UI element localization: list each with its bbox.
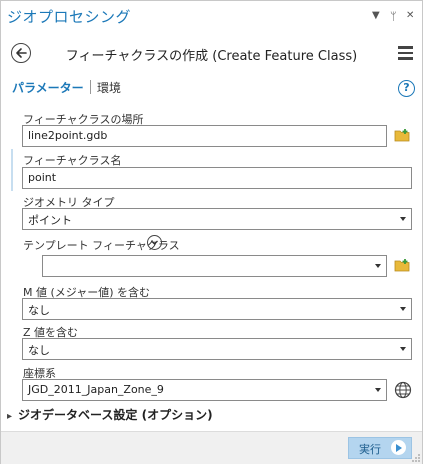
chevron-down-icon <box>375 264 381 268</box>
help-icon[interactable]: ? <box>398 80 415 97</box>
required-indicator <box>11 149 13 191</box>
chevron-down-icon <box>375 388 381 392</box>
feature-class-name-input[interactable]: point <box>22 167 412 189</box>
location-input[interactable]: line2point.gdb <box>22 125 387 147</box>
z-values-select[interactable]: なし <box>22 338 412 360</box>
chevron-down-icon <box>400 347 406 351</box>
tool-header: フィーチャクラスの作成 (Create Feature Class) <box>1 35 422 71</box>
geometry-type-select[interactable]: ポイント <box>22 208 412 230</box>
coordinate-system-value: JGD_2011_Japan_Zone_9 <box>28 383 164 396</box>
tab-parameters[interactable]: パラメーター <box>12 79 84 96</box>
tab-environments[interactable]: 環境 <box>97 79 121 96</box>
pin-icon[interactable]: ᛘ <box>390 10 397 23</box>
run-button[interactable]: 実行 <box>348 437 412 459</box>
m-values-select[interactable]: なし <box>22 298 412 320</box>
tab-divider <box>90 80 91 94</box>
coordinate-system-select[interactable]: JGD_2011_Japan_Zone_9 <box>22 379 387 401</box>
chevron-down-icon <box>400 217 406 221</box>
template-feature-class-select[interactable] <box>42 255 387 277</box>
globe-icon[interactable] <box>394 381 412 399</box>
footer-bar: 実行 <box>1 431 422 464</box>
geoprocessing-pane: ジオプロセシング ▼ ᛘ ✕ フィーチャクラスの作成 (Create Featu… <box>0 0 423 464</box>
browse-folder-icon[interactable] <box>394 128 410 142</box>
pane-title: ジオプロセシング <box>7 8 132 26</box>
m-values-value: なし <box>28 304 50 317</box>
tool-title: フィーチャクラスの作成 (Create Feature Class) <box>65 49 358 64</box>
run-label: 実行 <box>359 443 381 456</box>
close-icon[interactable]: ✕ <box>406 10 414 21</box>
chevron-down-icon <box>400 307 406 311</box>
pane-options-dropdown-icon[interactable]: ▼ <box>372 10 380 21</box>
chevron-right-icon: ▸ <box>7 411 13 422</box>
geodatabase-settings-section[interactable]: ▸ ジオデータベース設定 (オプション) <box>7 406 213 423</box>
browse-folder-icon[interactable] <box>394 258 410 272</box>
section-label: ジオデータベース設定 (オプション) <box>18 408 213 422</box>
z-values-value: なし <box>28 344 50 357</box>
chevron-down-icon <box>151 240 158 245</box>
expand-template-button[interactable] <box>147 235 162 250</box>
pane-titlebar: ジオプロセシング ▼ ᛘ ✕ <box>1 1 422 34</box>
resize-grip-icon[interactable] <box>411 453 421 463</box>
play-icon <box>391 440 406 455</box>
hamburger-menu-icon[interactable] <box>398 46 413 60</box>
name-label: フィーチャクラス名 <box>23 154 122 167</box>
geometry-type-value: ポイント <box>28 214 72 227</box>
